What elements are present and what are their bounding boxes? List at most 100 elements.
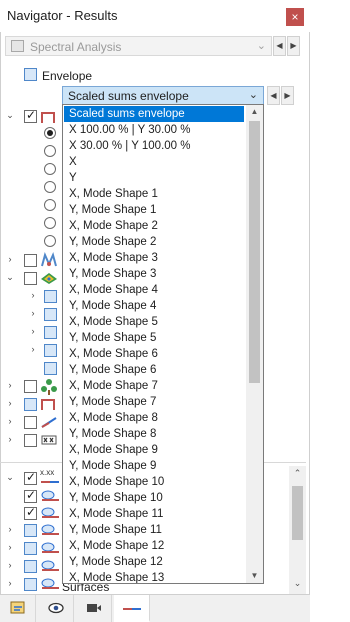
combination-select-value: Scaled sums envelope — [68, 89, 189, 103]
tree-checkbox[interactable] — [24, 542, 37, 555]
previous-loadcase-button[interactable]: ◀ — [273, 36, 286, 56]
dropdown-option[interactable]: X, Mode Shape 13 — [64, 570, 244, 583]
tree-checkbox[interactable] — [24, 272, 37, 285]
dropdown-option[interactable]: X, Mode Shape 6 — [64, 346, 244, 362]
dropdown-option[interactable]: X, Mode Shape 9 — [64, 442, 244, 458]
tree-checkbox[interactable] — [24, 560, 37, 573]
dropdown-option[interactable]: X, Mode Shape 11 — [64, 506, 244, 522]
tree-expand-toggle[interactable]: ⌄ — [5, 110, 15, 121]
scroll-up-icon[interactable]: ⌃ — [289, 468, 306, 479]
dropdown-option[interactable]: X — [64, 154, 244, 170]
results-tab[interactable] — [114, 595, 150, 622]
radio-option[interactable] — [44, 181, 56, 193]
tree-expand-toggle[interactable]: › — [5, 380, 15, 390]
tree-expand-toggle[interactable]: › — [5, 524, 15, 534]
dropdown-option[interactable]: Y, Mode Shape 4 — [64, 298, 244, 314]
tree-checkbox[interactable] — [24, 108, 37, 123]
tree-checkbox[interactable] — [24, 578, 37, 591]
dropdown-option[interactable]: X, Mode Shape 10 — [64, 474, 244, 490]
tree-expand-toggle[interactable]: › — [5, 398, 15, 408]
next-loadcase-button[interactable]: ▶ — [287, 36, 300, 56]
tree-checkbox[interactable] — [24, 380, 37, 393]
dropdown-option[interactable]: X, Mode Shape 3 — [64, 250, 244, 266]
dropdown-scrollbar-thumb[interactable] — [249, 121, 260, 383]
tree-checkbox[interactable] — [24, 416, 37, 429]
scrollbar-thumb[interactable] — [292, 486, 303, 540]
dropdown-option[interactable]: X, Mode Shape 1 — [64, 186, 244, 202]
radio-option[interactable] — [44, 199, 56, 211]
dropdown-option[interactable]: Y, Mode Shape 1 — [64, 202, 244, 218]
radio-option[interactable] — [44, 235, 56, 247]
tree-checkbox[interactable] — [24, 524, 37, 537]
loadcase-combo[interactable]: Spectral Analysis ⌄ — [5, 36, 272, 56]
tree-expand-toggle[interactable]: › — [28, 344, 38, 354]
tree-expand-toggle[interactable]: › — [5, 254, 15, 264]
tree-expand-toggle[interactable]: ⌄ — [5, 472, 15, 483]
tree-checkbox[interactable] — [44, 290, 57, 303]
dropdown-option[interactable]: X, Mode Shape 2 — [64, 218, 244, 234]
dropdown-option[interactable]: X 100.00 % | Y 30.00 % — [64, 122, 244, 138]
scroll-down-icon[interactable]: ⌄ — [289, 578, 306, 589]
combination-select[interactable]: Scaled sums envelope ⌄ — [62, 86, 264, 105]
radio-option[interactable] — [44, 127, 56, 139]
tree-expand-toggle[interactable]: › — [28, 308, 38, 318]
tree-expand-toggle[interactable]: › — [5, 434, 15, 444]
scroll-down-icon[interactable]: ▼ — [246, 569, 263, 583]
tree-expand-toggle[interactable]: ⌄ — [5, 272, 15, 283]
dropdown-option[interactable]: Y, Mode Shape 3 — [64, 266, 244, 282]
radio-option[interactable] — [44, 163, 56, 175]
dropdown-option[interactable]: X, Mode Shape 5 — [64, 314, 244, 330]
frame-deformation-icon — [41, 399, 55, 410]
tree-checkbox[interactable] — [44, 308, 57, 321]
tree-checkbox[interactable] — [44, 326, 57, 339]
scroll-up-icon[interactable]: ▲ — [246, 105, 263, 119]
tree-checkbox[interactable] — [44, 362, 57, 375]
dropdown-option[interactable]: Y, Mode Shape 2 — [64, 234, 244, 250]
dropdown-option[interactable]: Y, Mode Shape 5 — [64, 330, 244, 346]
radio-option[interactable] — [44, 145, 56, 157]
support-reaction-icon — [41, 252, 57, 267]
tree-checkbox[interactable] — [24, 254, 37, 267]
tree-expand-toggle[interactable]: › — [5, 542, 15, 552]
tree-checkbox[interactable] — [24, 398, 37, 411]
dropdown-option[interactable]: X, Mode Shape 4 — [64, 282, 244, 298]
dropdown-option[interactable]: Y, Mode Shape 9 — [64, 458, 244, 474]
dropdown-scrollbar[interactable]: ▲ ▼ — [246, 105, 263, 583]
results-icon — [122, 608, 141, 610]
dropdown-option[interactable]: Y — [64, 170, 244, 186]
tree-checkbox[interactable] — [24, 434, 37, 447]
dropdown-option[interactable]: X, Mode Shape 8 — [64, 410, 244, 426]
previous-combination-button[interactable]: ◀ — [267, 86, 280, 105]
tree-structure-icon — [41, 379, 57, 395]
tree-expand-toggle[interactable]: › — [5, 416, 15, 426]
dropdown-option[interactable]: Y, Mode Shape 12 — [64, 554, 244, 570]
tree-expand-toggle[interactable]: › — [5, 560, 15, 570]
dropdown-option[interactable]: Y, Mode Shape 7 — [64, 394, 244, 410]
tree-checkbox[interactable] — [24, 505, 37, 520]
dropdown-option[interactable]: Scaled sums envelope — [64, 106, 244, 122]
tree-checkbox[interactable] — [44, 344, 57, 357]
data-tab[interactable] — [0, 595, 36, 622]
combination-dropdown-list[interactable]: Scaled sums envelope X 100.00 % | Y 30.00… — [62, 104, 264, 584]
dropdown-option[interactable]: Y, Mode Shape 8 — [64, 426, 244, 442]
loadcase-combo-value: Spectral Analysis — [30, 40, 122, 54]
tree-expand-toggle[interactable]: › — [28, 326, 38, 336]
line-results-icon — [41, 417, 57, 428]
dropdown-option[interactable]: Y, Mode Shape 6 — [64, 362, 244, 378]
next-combination-button[interactable]: ▶ — [281, 86, 294, 105]
tree-checkbox[interactable] — [24, 470, 37, 485]
view-tab[interactable] — [38, 595, 74, 622]
video-tab[interactable] — [76, 595, 112, 622]
tree-expand-toggle[interactable]: › — [28, 290, 38, 300]
envelope-checkbox[interactable] — [24, 68, 37, 81]
radio-option[interactable] — [44, 217, 56, 229]
lower-tree-scrollbar[interactable]: ⌃ ⌄ — [289, 466, 306, 594]
dropdown-option[interactable]: X, Mode Shape 12 — [64, 538, 244, 554]
dropdown-option[interactable]: X 30.00 % | Y 100.00 % — [64, 138, 244, 154]
dropdown-option[interactable]: X, Mode Shape 7 — [64, 378, 244, 394]
tree-expand-toggle[interactable]: › — [5, 578, 15, 588]
dropdown-option[interactable]: Y, Mode Shape 10 — [64, 490, 244, 506]
dropdown-option[interactable]: Y, Mode Shape 11 — [64, 522, 244, 538]
close-button[interactable]: × — [286, 8, 304, 26]
tree-checkbox[interactable] — [24, 488, 37, 503]
